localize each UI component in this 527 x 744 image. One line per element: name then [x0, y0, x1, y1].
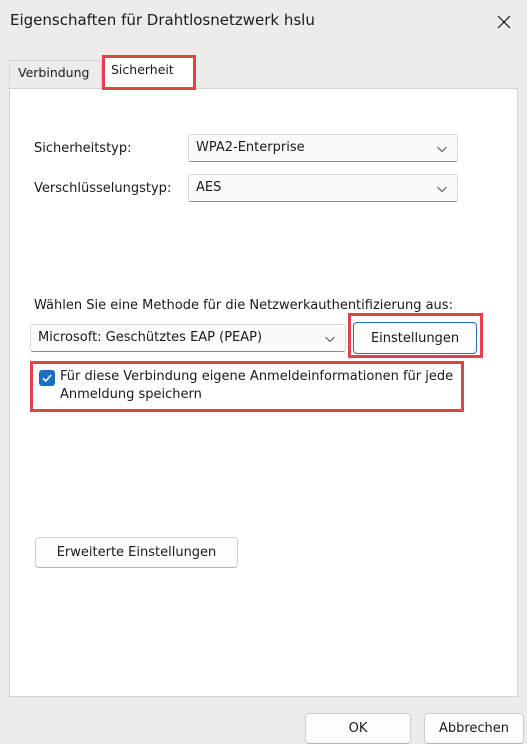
remember-credentials-label[interactable]: Für diese Verbindung eigene Anmeldeinfor… — [60, 368, 460, 404]
tab-sicherheit[interactable]: Sicherheit — [102, 55, 196, 90]
auth-method-value: Microsoft: Geschütztes EAP (PEAP) — [38, 330, 263, 345]
remember-credentials-checkbox[interactable] — [39, 370, 55, 386]
security-type-label: Sicherheitstyp: — [34, 141, 132, 156]
tab-verbindung[interactable]: Verbindung — [9, 60, 102, 86]
settings-button[interactable]: Einstellungen — [353, 322, 477, 354]
auth-method-prompt: Wählen Sie eine Methode für die Netzwerk… — [34, 298, 453, 313]
encryption-type-select[interactable]: AES — [188, 174, 458, 202]
chevron-down-icon — [437, 146, 447, 153]
advanced-settings-button[interactable]: Erweiterte Einstellungen — [35, 537, 238, 568]
encryption-type-label: Verschlüsselungstyp: — [34, 181, 172, 196]
security-type-value: WPA2-Enterprise — [196, 140, 305, 155]
ok-button[interactable]: OK — [305, 713, 411, 744]
chevron-down-icon — [325, 336, 335, 343]
chevron-down-icon — [437, 186, 447, 193]
encryption-type-value: AES — [196, 180, 222, 195]
auth-method-select[interactable]: Microsoft: Geschütztes EAP (PEAP) — [30, 324, 346, 352]
title-bar: Eigenschaften für Drahtlosnetzwerk hslu — [0, 0, 527, 44]
cancel-button[interactable]: Abbrechen — [424, 713, 524, 744]
checkmark-icon — [42, 374, 52, 383]
window-title: Eigenschaften für Drahtlosnetzwerk hslu — [10, 11, 315, 29]
close-icon — [497, 15, 511, 29]
security-type-select[interactable]: WPA2-Enterprise — [188, 134, 458, 162]
close-button[interactable] — [481, 0, 527, 44]
